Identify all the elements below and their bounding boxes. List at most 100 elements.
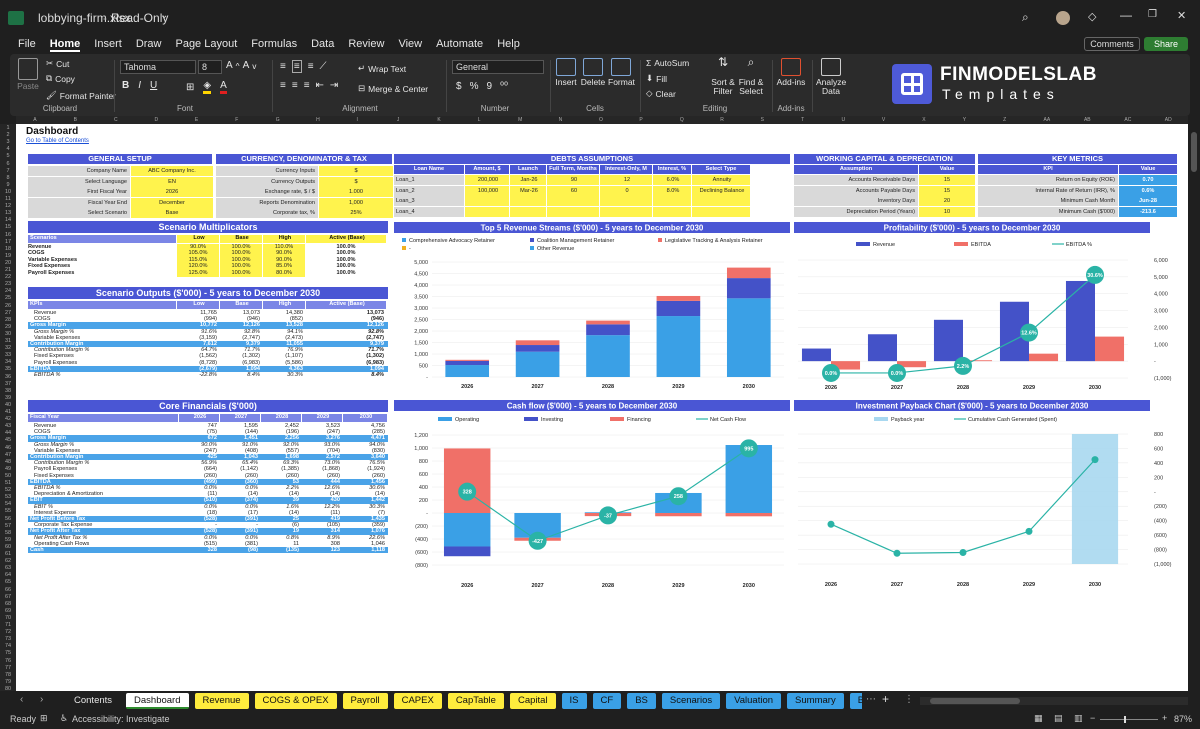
row-number[interactable]: 50 xyxy=(0,473,16,479)
column-header[interactable]: B xyxy=(74,117,77,123)
tab-captable[interactable]: CapTable xyxy=(447,693,504,709)
row-number[interactable]: 41 xyxy=(0,409,16,415)
page-layout-icon[interactable]: ▤ xyxy=(1054,713,1063,724)
normal-view-icon[interactable]: ▦ xyxy=(1034,713,1043,724)
row-number[interactable]: 2 xyxy=(0,132,16,138)
tab-scenarios[interactable]: Scenarios xyxy=(661,693,721,709)
row-number[interactable]: 46 xyxy=(0,445,16,451)
wrap-text-button[interactable]: ↵ Wrap Text xyxy=(358,63,406,74)
tab-cogs-opex[interactable]: COGS & OPEX xyxy=(254,693,337,709)
paste-button[interactable]: Paste xyxy=(14,58,42,91)
copy-button[interactable]: ⧉ Copy xyxy=(46,73,75,84)
row-number[interactable]: 61 xyxy=(0,551,16,557)
chevron-down-icon[interactable]: ⌄ xyxy=(160,10,168,21)
row-number[interactable]: 66 xyxy=(0,587,16,593)
close-icon[interactable]: ✕ xyxy=(1177,9,1186,22)
row-number[interactable]: 75 xyxy=(0,650,16,656)
menu-page-layout[interactable]: Page Layout xyxy=(175,38,237,52)
tab-bs[interactable]: BS xyxy=(627,693,656,709)
share-button[interactable]: Share xyxy=(1144,37,1188,51)
tab-revenue[interactable]: Revenue xyxy=(194,693,249,709)
row-number[interactable]: 13 xyxy=(0,210,16,216)
row-number[interactable]: 11 xyxy=(0,196,16,202)
column-header[interactable]: L xyxy=(478,117,481,123)
row-number[interactable]: 65 xyxy=(0,579,16,585)
row-number[interactable]: 52 xyxy=(0,487,16,493)
row-number[interactable]: 47 xyxy=(0,452,16,458)
row-number[interactable]: 36 xyxy=(0,374,16,380)
add-sheet-icon[interactable]: + xyxy=(882,692,889,706)
font-grow-button[interactable]: A ^ Av xyxy=(226,60,256,71)
number-format-select[interactable]: General xyxy=(452,60,544,74)
row-number[interactable]: 78 xyxy=(0,672,16,678)
column-header[interactable]: F xyxy=(235,117,238,123)
column-header[interactable]: AC xyxy=(1124,117,1131,123)
row-number[interactable]: 57 xyxy=(0,523,16,529)
column-header[interactable]: K xyxy=(437,117,440,123)
column-header[interactable]: E xyxy=(195,117,198,123)
row-number[interactable]: 55 xyxy=(0,508,16,514)
row-number[interactable]: 26 xyxy=(0,303,16,309)
column-header[interactable]: X xyxy=(922,117,925,123)
row-number[interactable]: 68 xyxy=(0,601,16,607)
column-header[interactable]: A xyxy=(33,117,36,123)
macro-icon[interactable]: ⊞ xyxy=(40,713,48,724)
row-number[interactable]: 74 xyxy=(0,643,16,649)
row-number[interactable]: 48 xyxy=(0,459,16,465)
sheet-grid[interactable]: Dashboard Go to Table of Contents GENERA… xyxy=(16,124,1188,691)
row-number[interactable]: 14 xyxy=(0,217,16,223)
horizontal-scrollbar[interactable] xyxy=(920,697,1188,705)
row-number[interactable]: 77 xyxy=(0,665,16,671)
tab-prev-icon[interactable]: ‹ xyxy=(20,694,23,705)
menu-review[interactable]: Review xyxy=(348,38,384,52)
tab-capex[interactable]: CAPEX xyxy=(393,693,442,709)
align-text-buttons[interactable]: ≡ ≡ ≡ ⇤ ⇥ xyxy=(280,80,338,91)
row-number[interactable]: 33 xyxy=(0,352,16,358)
tab-next-icon[interactable]: › xyxy=(40,694,43,705)
avatar[interactable] xyxy=(1056,11,1070,25)
row-number[interactable]: 59 xyxy=(0,537,16,543)
tab-is[interactable]: IS xyxy=(561,693,587,709)
menu-data[interactable]: Data xyxy=(311,38,334,52)
search-icon[interactable]: ⌕ xyxy=(1022,10,1029,25)
row-number[interactable]: 10 xyxy=(0,189,16,195)
row-number[interactable]: 18 xyxy=(0,246,16,252)
row-number[interactable]: 27 xyxy=(0,310,16,316)
row-number[interactable]: 54 xyxy=(0,501,16,507)
menu-view[interactable]: View xyxy=(398,38,422,52)
row-number[interactable]: 58 xyxy=(0,530,16,536)
format-cells-button[interactable]: Format xyxy=(608,58,635,87)
row-number[interactable]: 64 xyxy=(0,572,16,578)
row-number[interactable]: 72 xyxy=(0,629,16,635)
row-number[interactable]: 23 xyxy=(0,281,16,287)
analyze-data-button[interactable]: Analyze Data xyxy=(816,58,846,96)
row-number[interactable]: 24 xyxy=(0,288,16,294)
cut-button[interactable]: ✂ Cut xyxy=(46,58,69,69)
column-header[interactable]: P xyxy=(639,117,642,123)
zoom-in-icon[interactable]: + xyxy=(1162,713,1167,723)
column-header[interactable]: R xyxy=(720,117,724,123)
row-number[interactable]: 51 xyxy=(0,480,16,486)
column-header[interactable]: AB xyxy=(1084,117,1091,123)
row-number[interactable]: 21 xyxy=(0,267,16,273)
column-header[interactable]: H xyxy=(316,117,320,123)
row-number[interactable]: 67 xyxy=(0,594,16,600)
tab-payroll[interactable]: Payroll xyxy=(342,693,388,709)
column-header[interactable]: C xyxy=(114,117,118,123)
row-number[interactable]: 37 xyxy=(0,381,16,387)
menu-help[interactable]: Help xyxy=(497,38,520,52)
font-name-select[interactable]: Tahoma xyxy=(120,60,196,74)
tab-capital[interactable]: Capital xyxy=(509,693,556,709)
row-number[interactable]: 34 xyxy=(0,359,16,365)
row-number[interactable]: 76 xyxy=(0,658,16,664)
insert-cells-button[interactable]: Insert xyxy=(554,58,578,87)
accessibility-icon[interactable]: ♿ xyxy=(60,713,68,724)
column-header[interactable]: S xyxy=(761,117,764,123)
row-number[interactable]: 5 xyxy=(0,153,16,159)
row-number[interactable]: 16 xyxy=(0,232,16,238)
row-number[interactable]: 79 xyxy=(0,679,16,685)
row-number[interactable]: 6 xyxy=(0,161,16,167)
find-select-button[interactable]: ⌕ Find & Select xyxy=(738,56,764,96)
row-number[interactable]: 63 xyxy=(0,565,16,571)
row-number[interactable]: 70 xyxy=(0,615,16,621)
